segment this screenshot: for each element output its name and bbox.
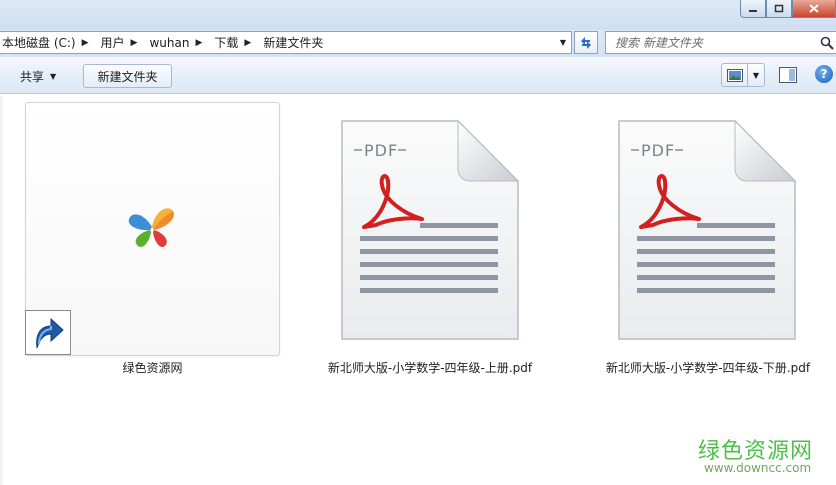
chevron-down-icon: ▼ — [50, 71, 57, 81]
refresh-button[interactable] — [574, 31, 598, 54]
breadcrumb-label: wuhan — [149, 35, 190, 50]
breadcrumb-wuhan[interactable]: wuhan ▶ — [147, 32, 212, 53]
address-history-dropdown[interactable]: ▼ — [555, 32, 571, 53]
file-name-label[interactable]: 绿色资源网 — [25, 359, 280, 376]
command-bar: 共享 ▼ 新建文件夹 ▼ ? — [0, 57, 836, 94]
preview-pane-icon — [779, 67, 797, 83]
share-label: 共享 — [20, 69, 45, 84]
chevron-right-icon[interactable]: ▶ — [238, 38, 259, 48]
breadcrumb-new-folder[interactable]: 新建文件夹 — [261, 32, 325, 53]
pane-edge — [0, 95, 3, 485]
search-icon[interactable] — [820, 36, 834, 50]
address-row: 本地磁盘 (C:) ▶ 用户 ▶ wuhan ▶ 下载 ▶ 新建文件夹 ▼ — [0, 30, 836, 57]
breadcrumb-local-disk[interactable]: 本地磁盘 (C:) ▶ — [0, 32, 99, 53]
close-icon — [809, 4, 819, 13]
chevron-right-icon[interactable]: ▶ — [189, 38, 210, 48]
watermark-url: www.downcc.com — [704, 461, 812, 475]
share-button[interactable]: 共享 ▼ — [20, 65, 56, 87]
pdf-badge: PDF — [641, 141, 676, 160]
search-input[interactable] — [615, 35, 815, 50]
chevron-down-icon: ▼ — [752, 70, 760, 80]
search-box[interactable] — [605, 31, 836, 54]
pdf-badge: PDF — [364, 141, 399, 160]
large-icons-view-icon — [726, 68, 743, 82]
file-name-label[interactable]: 新北师大版-小学数学-四年级-上册.pdf — [310, 359, 550, 376]
preview-pane-button[interactable] — [779, 67, 797, 83]
help-button[interactable]: ? — [815, 65, 833, 83]
shortcut-overlay — [25, 310, 71, 355]
new-folder-button[interactable]: 新建文件夹 — [83, 64, 172, 88]
breadcrumb-downloads[interactable]: 下载 ▶ — [212, 32, 261, 53]
maximize-icon — [774, 4, 784, 13]
breadcrumb-users[interactable]: 用户 ▶ — [99, 32, 148, 53]
breadcrumb-label: 新建文件夹 — [263, 36, 324, 50]
maximize-button[interactable] — [766, 0, 792, 18]
address-bar[interactable]: 本地磁盘 (C:) ▶ 用户 ▶ wuhan ▶ 下载 ▶ 新建文件夹 ▼ — [0, 31, 572, 54]
breadcrumb-label: 本地磁盘 (C:) — [2, 36, 76, 50]
view-mode-toggle[interactable] — [722, 64, 748, 86]
file-name-label[interactable]: 新北师大版-小学数学-四年级-下册.pdf — [588, 359, 828, 376]
new-folder-label: 新建文件夹 — [97, 69, 158, 84]
site-watermark: 绿色资源网 www.downcc.com — [698, 433, 818, 478]
view-options-dropdown[interactable]: ▼ — [748, 71, 764, 80]
minimize-button[interactable] — [740, 0, 766, 18]
refresh-icon — [581, 36, 591, 49]
title-bar — [0, 0, 836, 30]
window-controls — [740, 0, 836, 18]
file-list-area[interactable]: 绿色资源网 PDF 新北师大版-小学数学-四年级-上册.pdf PDF 新北师大… — [0, 95, 836, 485]
chevron-right-icon[interactable]: ▶ — [76, 38, 97, 48]
chevron-right-icon[interactable]: ▶ — [125, 38, 146, 48]
change-view-button[interactable]: ▼ — [721, 63, 765, 87]
close-button[interactable] — [792, 0, 836, 18]
help-icon: ? — [820, 67, 828, 81]
shortcut-arrow-icon — [36, 317, 64, 348]
minimize-icon — [749, 9, 757, 12]
breadcrumb-label: 下载 — [214, 36, 239, 50]
breadcrumb-label: 用户 — [100, 36, 125, 50]
msn-butterfly-icon — [128, 208, 174, 247]
chevron-down-icon: ▼ — [559, 38, 567, 47]
